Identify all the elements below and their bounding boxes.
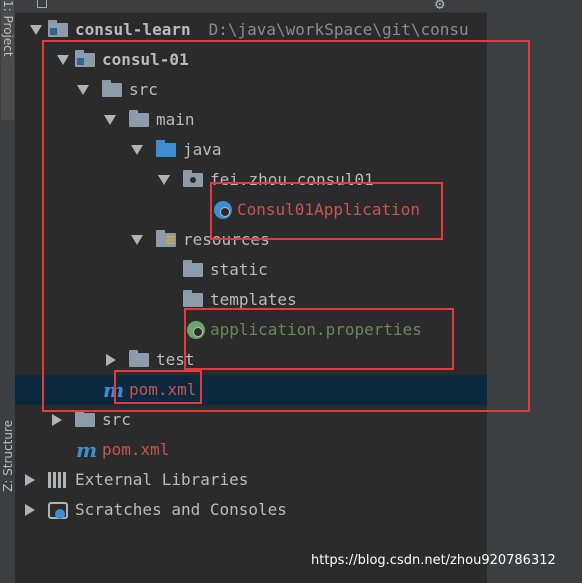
module-path: D:\java\workSpace\git\consu bbox=[208, 20, 469, 39]
left-tool-strip: 1: Project Z: Structure bbox=[0, 0, 16, 583]
tree-row-external-libraries[interactable]: External Libraries bbox=[15, 465, 487, 495]
project-tool-tab[interactable]: 1: Project bbox=[1, 0, 15, 120]
structure-tab-label: Z: Structure bbox=[1, 420, 15, 492]
annotation-box-main-class bbox=[210, 182, 443, 240]
chevron-right-icon[interactable] bbox=[25, 474, 35, 486]
scratches-icon bbox=[48, 502, 68, 519]
folder-icon bbox=[75, 410, 95, 427]
chevron-right-icon[interactable] bbox=[52, 414, 62, 426]
libraries-icon bbox=[48, 472, 68, 488]
chevron-down-icon[interactable] bbox=[30, 25, 42, 35]
tree-item-label: External Libraries bbox=[75, 470, 249, 489]
tree-item-label: pom.xml bbox=[102, 440, 170, 459]
watermark-text: https://blog.csdn.net/zhou920786312 bbox=[311, 553, 556, 568]
module-name: consul-learn bbox=[75, 20, 191, 39]
project-tab-label: 1: Project bbox=[1, 0, 15, 57]
tree-row-pom-root[interactable]: m pom.xml bbox=[15, 435, 487, 465]
gear-icon[interactable]: ⚙ bbox=[435, 0, 445, 13]
maven-icon: m bbox=[76, 438, 98, 462]
tree-row-scratches[interactable]: Scratches and Consoles bbox=[15, 495, 487, 525]
window-icon bbox=[37, 0, 47, 8]
annotation-box-pom bbox=[114, 370, 202, 404]
chevron-right-icon[interactable] bbox=[25, 504, 35, 516]
structure-tool-tab[interactable]: Z: Structure bbox=[1, 420, 15, 570]
annotation-box-properties bbox=[184, 308, 454, 370]
module-folder-icon bbox=[48, 20, 68, 37]
tree-item-label: Scratches and Consoles bbox=[75, 500, 287, 519]
